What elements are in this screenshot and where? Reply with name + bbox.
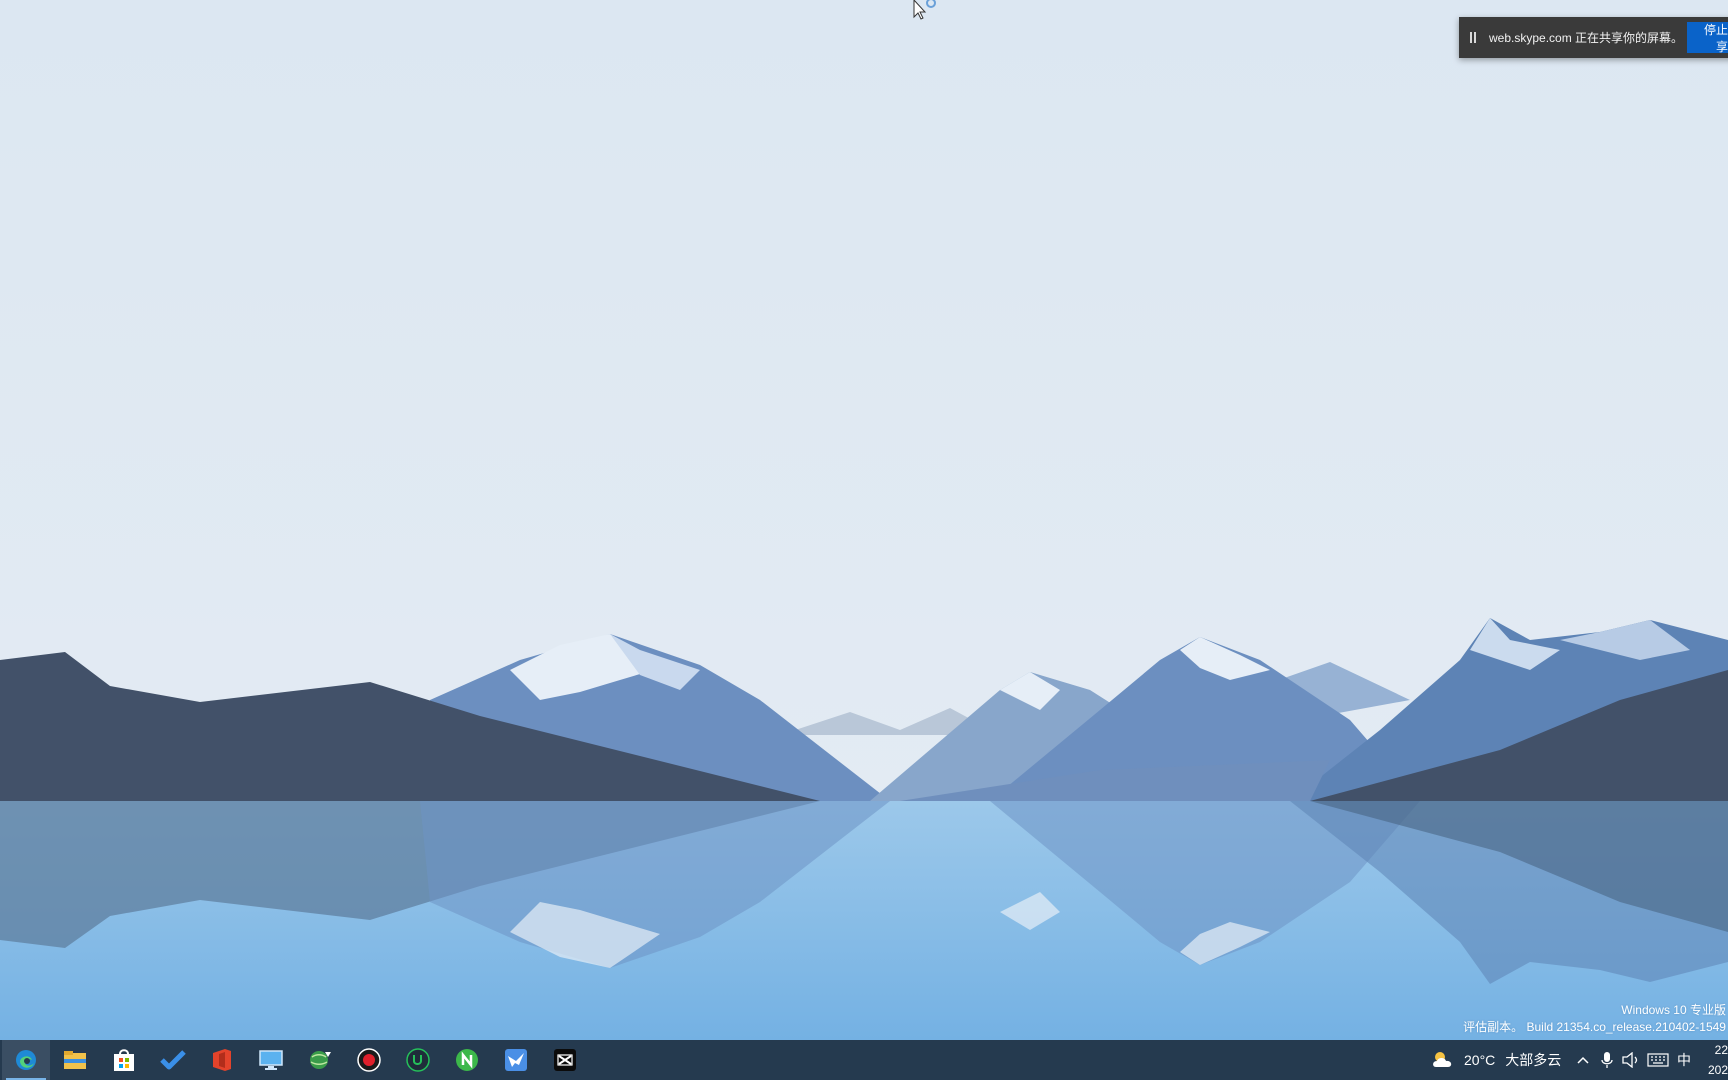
taskbar-app-upwork[interactable]: [394, 1040, 442, 1080]
taskbar-app-edge[interactable]: [2, 1040, 50, 1080]
drag-handle-icon[interactable]: [1470, 32, 1480, 43]
watermark-edition: Windows 10 专业版: [1621, 1003, 1726, 1017]
taskbar: 20°C 大部多云 中 22 202: [0, 1040, 1728, 1080]
speaker-icon: [1622, 1052, 1638, 1068]
mouse-cursor-icon: [913, 0, 936, 20]
keyboard-tray-button[interactable]: [1647, 1040, 1669, 1080]
mountain-lake-wallpaper: [0, 0, 1728, 1040]
edge-icon: [16, 1050, 36, 1070]
stop-sharing-button[interactable]: 停止共享: [1687, 22, 1728, 54]
microsoft-store-icon: [114, 1049, 134, 1071]
desktop: web.skype.com 正在共享你的屏幕。 停止共享 Windows 10 …: [0, 0, 1728, 1080]
taskbar-app-todo[interactable]: [149, 1040, 197, 1080]
clock-date: 202: [1707, 1063, 1728, 1077]
upwork-icon: [406, 1048, 430, 1072]
bird-app-icon: [505, 1049, 527, 1071]
partly-cloudy-icon: [1433, 1052, 1452, 1067]
record-icon: [357, 1048, 381, 1072]
volume-tray-button[interactable]: [1622, 1040, 1640, 1080]
microphone-icon: [1601, 1052, 1613, 1068]
globe-download-icon: [310, 1051, 331, 1069]
microphone-tray-button[interactable]: [1601, 1040, 1613, 1080]
taskbar-app-record[interactable]: [345, 1040, 393, 1080]
weather-temperature: 20°C: [1464, 1052, 1496, 1068]
keyboard-icon: [1647, 1053, 1669, 1067]
capcut-icon: [554, 1049, 576, 1071]
remote-desktop-icon: [259, 1050, 283, 1070]
taskbar-app-store[interactable]: [100, 1040, 148, 1080]
todo-icon: [160, 1050, 186, 1070]
ime-indicator: 中: [1677, 1052, 1691, 1068]
taskbar-app-n[interactable]: [443, 1040, 491, 1080]
n-app-icon: [456, 1049, 478, 1071]
file-explorer-icon: [64, 1051, 86, 1069]
taskbar-app-office[interactable]: [198, 1040, 246, 1080]
clock-button[interactable]: 22 202: [1700, 1040, 1728, 1080]
screen-share-banner: web.skype.com 正在共享你的屏幕。 停止共享: [1459, 17, 1728, 58]
watermark-build: 评估副本。 Build 21354.co_release.210402-1549: [1463, 1020, 1726, 1034]
chevron-up-icon: [1577, 1056, 1589, 1064]
taskbar-app-file-explorer[interactable]: [51, 1040, 99, 1080]
windows-watermark: Windows 10 专业版 评估副本。 Build 21354.co_rele…: [1463, 1002, 1728, 1036]
taskbar-app-capcut[interactable]: [541, 1040, 589, 1080]
show-hidden-icons-button[interactable]: [1576, 1040, 1590, 1080]
weather-widget[interactable]: 20°C 大部多云: [1430, 1040, 1561, 1080]
weather-condition: 大部多云: [1505, 1052, 1562, 1068]
ime-mode-button[interactable]: 中: [1677, 1040, 1691, 1080]
share-status-text: web.skype.com 正在共享你的屏幕。: [1489, 31, 1684, 45]
clock-time: 22: [1714, 1043, 1728, 1057]
taskbar-app-globe-download[interactable]: [296, 1040, 344, 1080]
taskbar-app-bird[interactable]: [492, 1040, 540, 1080]
taskbar-app-remote-desktop[interactable]: [247, 1040, 295, 1080]
office-icon: [213, 1049, 231, 1071]
